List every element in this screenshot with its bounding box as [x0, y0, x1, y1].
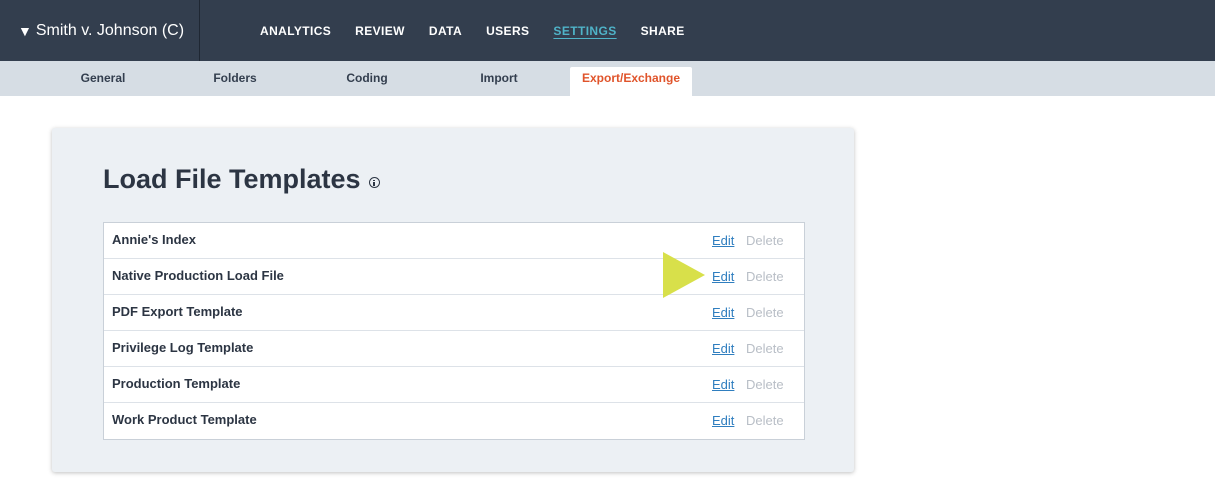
case-selector[interactable]: ▼ Smith v. Johnson (C)	[0, 0, 200, 61]
delete-link[interactable]: Delete	[746, 233, 784, 248]
table-row: Work Product Template Edit Delete	[104, 403, 804, 439]
template-name: Native Production Load File	[112, 268, 284, 283]
settings-subnav: General Folders Coding Import Export/Exc…	[0, 61, 1215, 96]
template-name: PDF Export Template	[112, 304, 243, 319]
delete-link[interactable]: Delete	[746, 413, 784, 428]
table-row: Privilege Log Template Edit Delete	[104, 331, 804, 367]
template-name: Work Product Template	[112, 412, 257, 427]
template-name: Privilege Log Template	[112, 340, 254, 355]
subtab-coding[interactable]: Coding	[326, 67, 408, 96]
edit-link[interactable]: Edit	[712, 413, 734, 428]
nav-share[interactable]: SHARE	[641, 24, 685, 38]
subtab-folders[interactable]: Folders	[194, 67, 276, 96]
subtab-export-exchange[interactable]: Export/Exchange	[570, 67, 692, 96]
delete-link[interactable]: Delete	[746, 269, 784, 284]
edit-link[interactable]: Edit	[712, 305, 734, 320]
load-file-templates-panel: Load File Templates Annie's Index Edit D…	[52, 128, 854, 472]
page-title: Load File Templates	[103, 164, 380, 195]
main-nav: ANALYTICS REVIEW DATA USERS SETTINGS SHA…	[260, 0, 709, 61]
table-row: Production Template Edit Delete	[104, 367, 804, 403]
delete-link[interactable]: Delete	[746, 377, 784, 392]
nav-users[interactable]: USERS	[486, 24, 529, 38]
nav-settings[interactable]: SETTINGS	[553, 24, 616, 38]
nav-data[interactable]: DATA	[429, 24, 462, 38]
subtab-import[interactable]: Import	[458, 67, 540, 96]
edit-link[interactable]: Edit	[712, 377, 734, 392]
edit-link[interactable]: Edit	[712, 341, 734, 356]
top-navigation-bar: ▼ Smith v. Johnson (C) ANALYTICS REVIEW …	[0, 0, 1215, 61]
table-row: PDF Export Template Edit Delete	[104, 295, 804, 331]
template-name: Production Template	[112, 376, 241, 391]
case-title: Smith v. Johnson (C)	[35, 21, 185, 39]
caret-down-icon: ▼	[18, 22, 32, 39]
subtab-general[interactable]: General	[62, 67, 144, 96]
edit-link[interactable]: Edit	[712, 269, 734, 284]
nav-analytics[interactable]: ANALYTICS	[260, 24, 331, 38]
delete-link[interactable]: Delete	[746, 341, 784, 356]
delete-link[interactable]: Delete	[746, 305, 784, 320]
page-title-text: Load File Templates	[103, 164, 361, 194]
template-name: Annie's Index	[112, 232, 196, 247]
nav-review[interactable]: REVIEW	[355, 24, 405, 38]
info-icon[interactable]	[368, 177, 380, 188]
highlight-arrow-icon	[663, 252, 705, 298]
edit-link[interactable]: Edit	[712, 233, 734, 248]
